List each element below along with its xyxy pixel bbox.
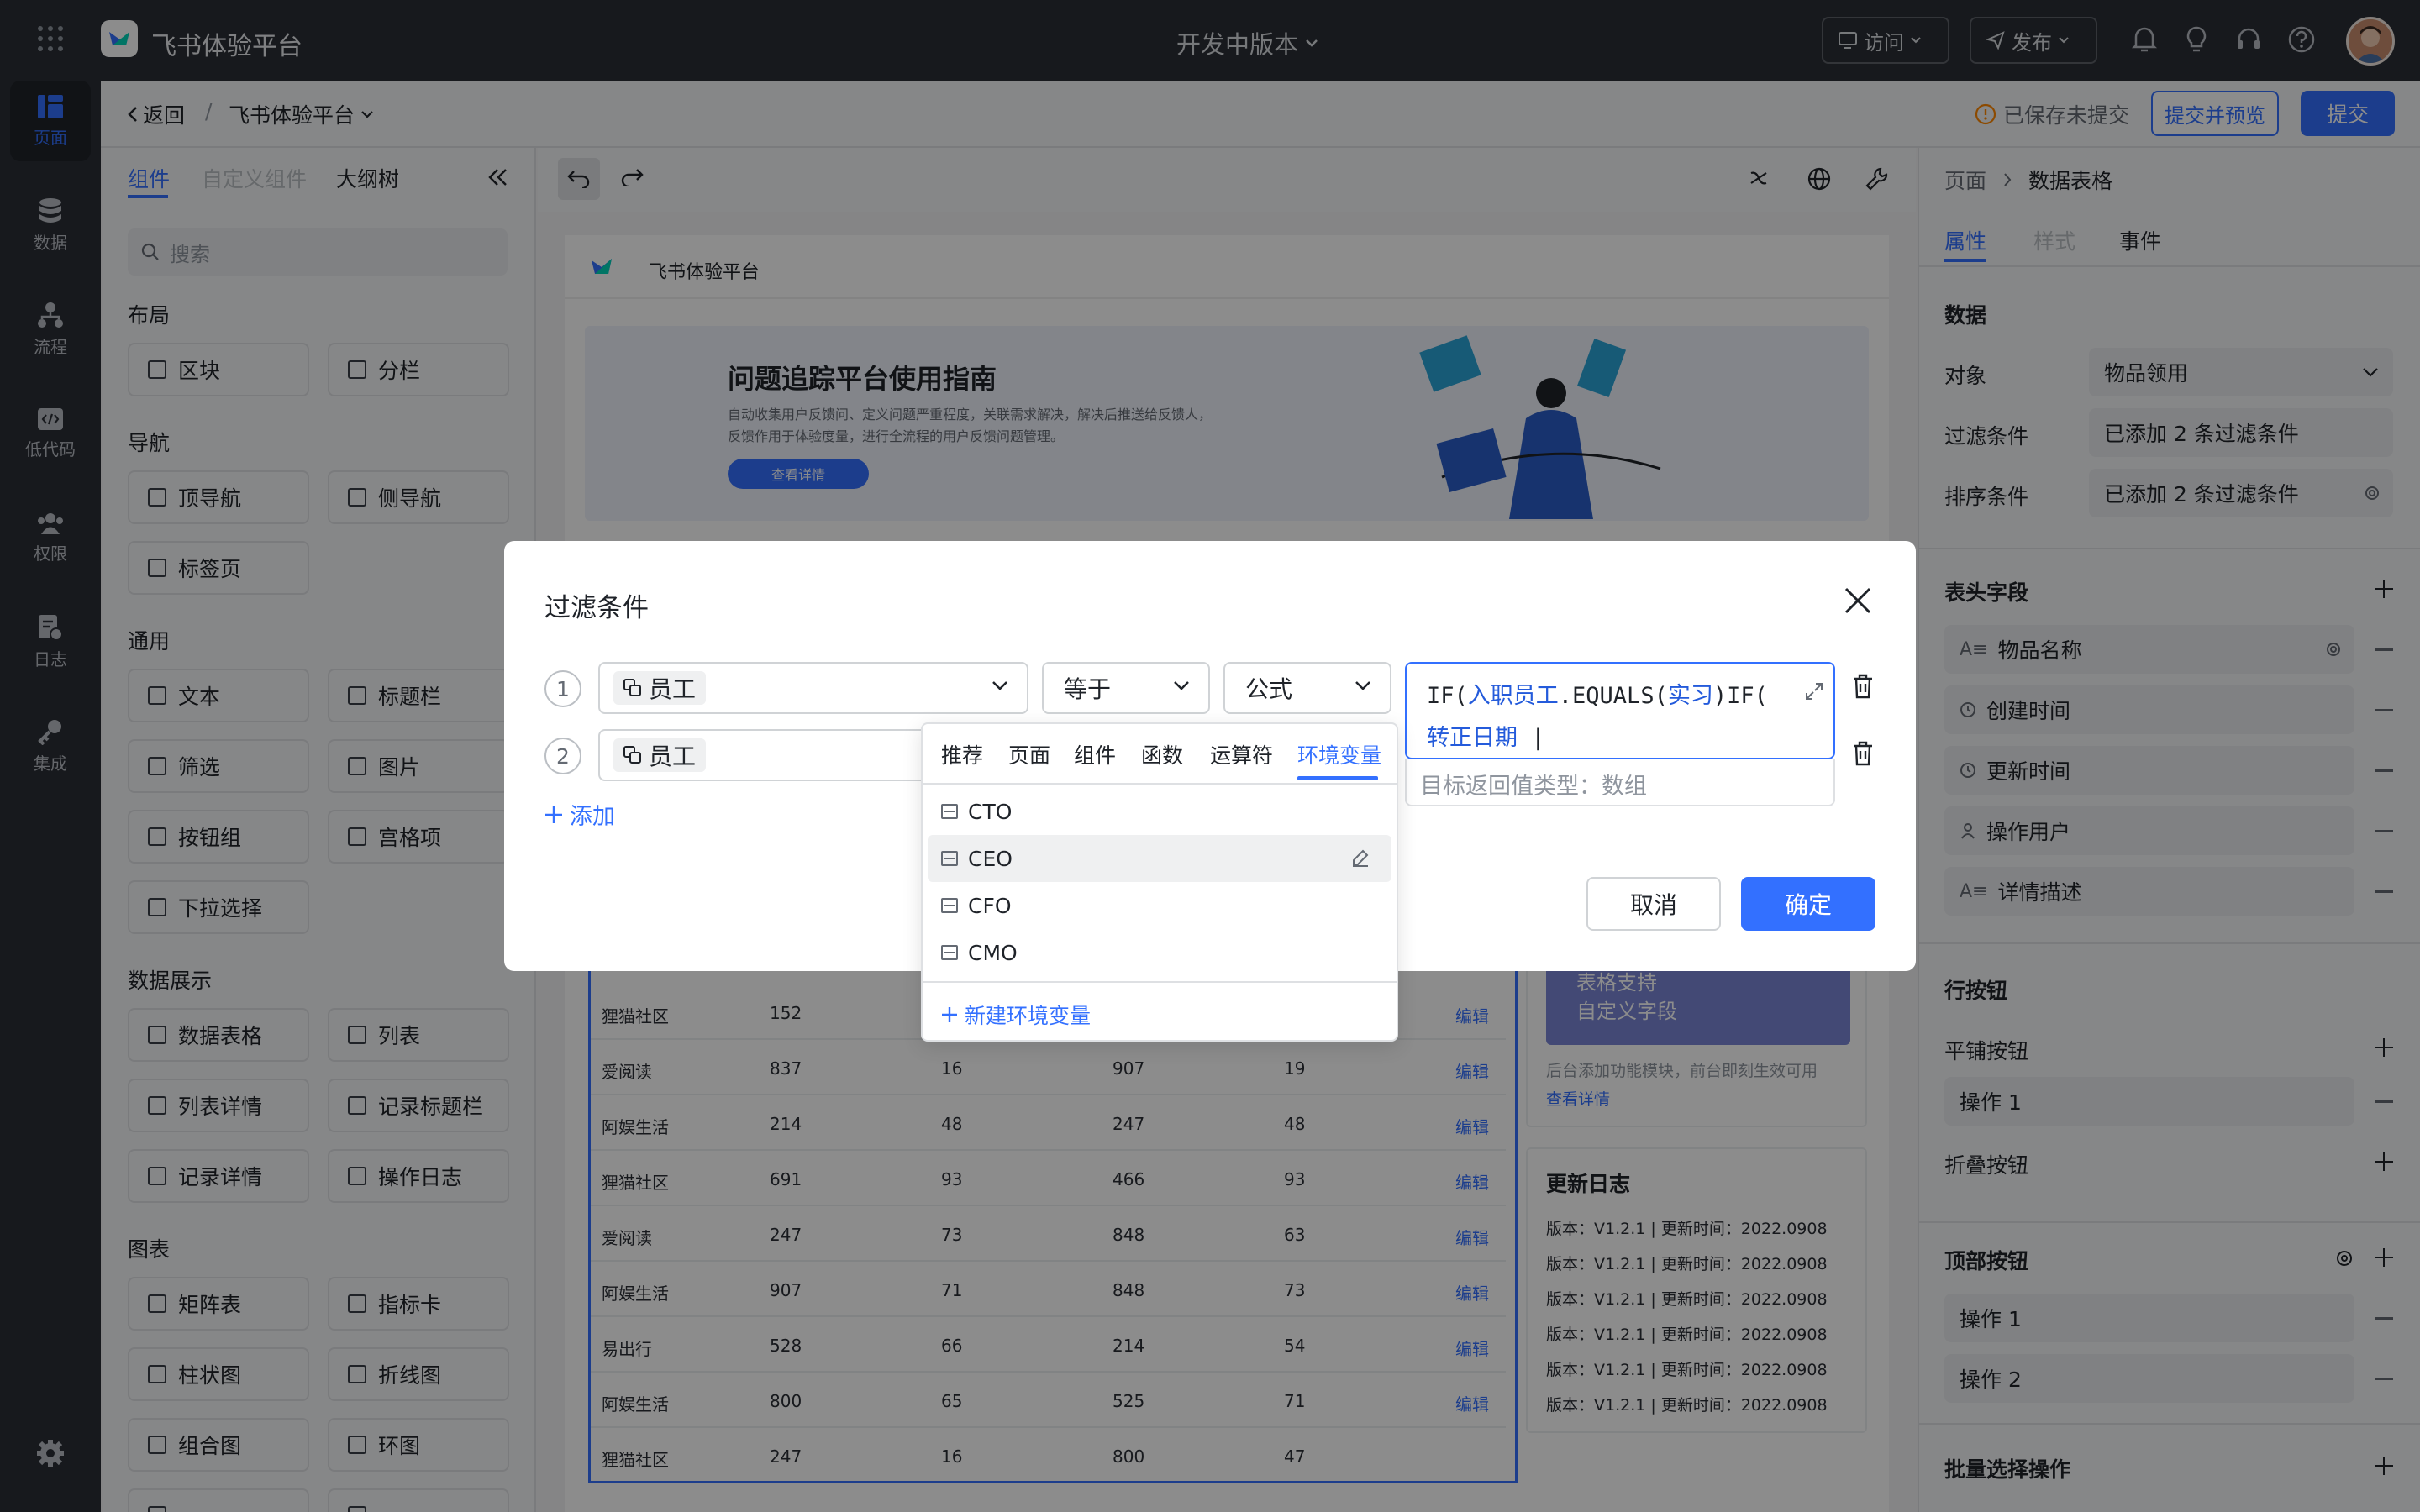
env-var-label: CMO bbox=[968, 940, 1018, 965]
table-icon bbox=[941, 804, 958, 819]
condition-index: 2 bbox=[544, 738, 581, 774]
dropdown-tab-env-var[interactable]: 环境变量 bbox=[1297, 739, 1381, 769]
formula-token: )IF( bbox=[1712, 683, 1768, 709]
value-type-label: 公式 bbox=[1245, 675, 1293, 703]
edit-icon[interactable] bbox=[1351, 848, 1370, 867]
env-var-label: CFO bbox=[968, 893, 1012, 918]
field-label: 员工 bbox=[649, 675, 697, 703]
chevron-down-icon bbox=[992, 681, 1007, 690]
confirm-button[interactable]: 确定 bbox=[1741, 877, 1876, 931]
env-var-item[interactable]: CTO bbox=[928, 788, 1392, 835]
delete-icon[interactable] bbox=[1852, 741, 1874, 766]
env-var-label: CTO bbox=[968, 799, 1013, 824]
dropdown-tab-operator[interactable]: 运算符 bbox=[1210, 739, 1273, 769]
divider bbox=[921, 783, 1398, 785]
value-type-select[interactable]: 公式 bbox=[1223, 662, 1392, 714]
link-record-icon bbox=[623, 746, 641, 764]
operator-label: 等于 bbox=[1064, 675, 1112, 703]
chevron-down-icon bbox=[1174, 681, 1189, 690]
cancel-button[interactable]: 取消 bbox=[1586, 877, 1721, 931]
close-icon[interactable] bbox=[1844, 586, 1872, 615]
dropdown-tab-function[interactable]: 函数 bbox=[1141, 739, 1183, 769]
field-tag: 员工 bbox=[613, 671, 707, 705]
field-tag: 员工 bbox=[613, 738, 707, 772]
formula-token: 转正日期 bbox=[1427, 725, 1518, 751]
expand-icon[interactable] bbox=[1805, 682, 1823, 701]
table-icon bbox=[941, 898, 958, 913]
dialog-title: 过滤条件 bbox=[544, 593, 649, 623]
field-label: 员工 bbox=[649, 743, 697, 770]
active-tab-indicator bbox=[1297, 776, 1378, 780]
formula-editor[interactable]: IF(入职员工.EQUALS(实习)IF(转正日期 | bbox=[1405, 662, 1835, 759]
condition-field-select[interactable]: 员工 bbox=[598, 662, 1028, 714]
table-icon bbox=[941, 851, 958, 866]
return-type-hint: 目标返回值类型：数组 bbox=[1405, 759, 1835, 806]
new-env-var-button[interactable]: 新建环境变量 bbox=[941, 1000, 1091, 1030]
table-icon bbox=[941, 945, 958, 960]
env-var-item[interactable]: CMO bbox=[928, 929, 1392, 976]
formula-token: 入职员工 bbox=[1467, 683, 1559, 709]
formula-token: IF( bbox=[1427, 683, 1468, 709]
chevron-down-icon bbox=[1355, 681, 1370, 690]
divider bbox=[921, 981, 1398, 983]
dropdown-tab-recommend[interactable]: 推荐 bbox=[941, 739, 983, 769]
formula-token: .EQUALS( bbox=[1558, 683, 1668, 709]
add-condition-button[interactable]: 添加 bbox=[544, 798, 615, 831]
env-var-item[interactable]: CEO bbox=[928, 835, 1392, 882]
dropdown-tab-page[interactable]: 页面 bbox=[1008, 739, 1050, 769]
condition-field-select[interactable]: 员工 bbox=[598, 729, 934, 781]
plus-icon bbox=[942, 1007, 957, 1022]
formula-token: 实习 bbox=[1667, 683, 1713, 709]
condition-index: 1 bbox=[544, 670, 581, 707]
dropdown-tab-component[interactable]: 组件 bbox=[1074, 739, 1116, 769]
add-label: 添加 bbox=[570, 804, 615, 830]
operator-select[interactable]: 等于 bbox=[1042, 662, 1210, 714]
env-var-label: CEO bbox=[968, 846, 1013, 871]
delete-icon[interactable] bbox=[1852, 674, 1874, 699]
link-record-icon bbox=[623, 679, 641, 696]
new-env-var-label: 新建环境变量 bbox=[965, 1004, 1092, 1028]
plus-icon bbox=[545, 806, 562, 823]
env-var-item[interactable]: CFO bbox=[928, 882, 1392, 929]
